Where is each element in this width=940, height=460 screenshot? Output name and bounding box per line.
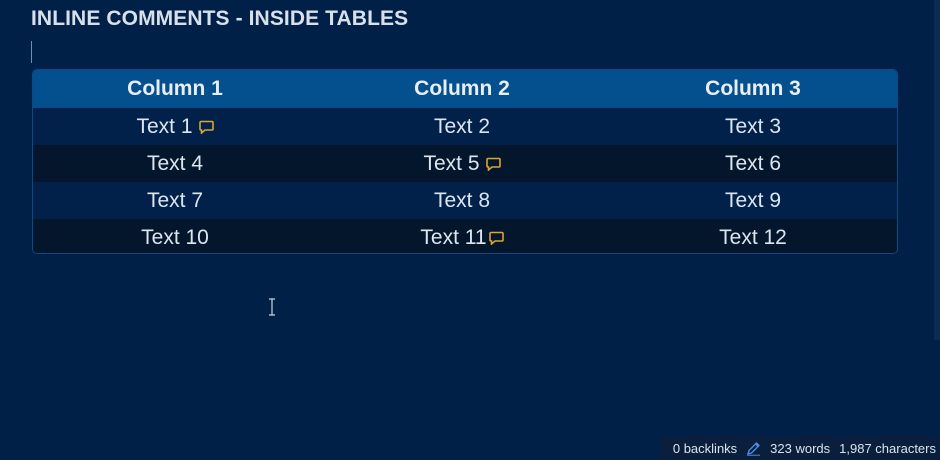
cell-text: Text 12	[719, 225, 787, 249]
text-cursor-icon	[269, 298, 275, 316]
comments-table: Column 1 Column 2 Column 3 Text 1 Text 2…	[32, 69, 898, 254]
table-cell[interactable]: Text 10	[33, 219, 317, 253]
table-row: Text 10 Text 11 Text 12	[33, 219, 897, 253]
table-row: Text 7 Text 8 Text 9	[33, 182, 897, 219]
comment-bubble-icon[interactable]	[488, 231, 504, 245]
character-count: 1,987 characters	[839, 440, 936, 456]
cell-text: Text 8	[433, 188, 491, 212]
table-cell[interactable]: Text 2	[317, 107, 607, 145]
column-header[interactable]: Column 2	[317, 70, 607, 108]
cell-text: Text 6	[724, 151, 782, 175]
word-count: 323 words	[770, 440, 831, 456]
table-cell[interactable]: Text 3	[607, 107, 897, 145]
comment-bubble-icon[interactable]	[485, 157, 501, 171]
text-caret	[31, 41, 32, 63]
table-cell[interactable]: Text 9	[607, 182, 897, 219]
page-heading: INLINE COMMENTS - INSIDE TABLES	[31, 7, 409, 30]
column-header[interactable]: Column 1	[33, 70, 317, 108]
cell-text: Text 1	[136, 114, 193, 138]
table-cell[interactable]: Text 1	[33, 107, 317, 145]
cell-text: Text 11	[420, 225, 487, 249]
table-cell[interactable]: Text 11	[317, 219, 607, 253]
pen-icon[interactable]	[746, 441, 761, 456]
table-cell[interactable]: Text 6	[607, 145, 897, 182]
table-row: Text 4 Text 5 Text 6	[33, 145, 897, 182]
table-cell[interactable]: Text 4	[33, 145, 317, 182]
cell-text: Text 3	[724, 114, 782, 138]
table-cell[interactable]: Text 12	[607, 219, 897, 253]
cell-text: Text 9	[724, 188, 782, 212]
status-bar: 0 backlinks 323 words 1,987 characters	[660, 436, 940, 460]
cell-text: Text 10	[141, 225, 209, 249]
column-header[interactable]: Column 3	[607, 70, 897, 108]
table-cell[interactable]: Text 8	[317, 182, 607, 219]
cell-text: Text 7	[146, 188, 204, 212]
vertical-scrollbar[interactable]	[934, 0, 940, 340]
table-cell[interactable]: Text 5	[317, 145, 607, 182]
cell-text: Text 5	[423, 151, 480, 175]
table-header-row: Column 1 Column 2 Column 3	[33, 70, 897, 108]
cell-text: Text 4	[146, 151, 204, 175]
table-row: Text 1 Text 2 Text 3	[33, 107, 897, 145]
cell-text: Text 2	[433, 114, 491, 138]
table-cell[interactable]: Text 7	[33, 182, 317, 219]
comment-bubble-icon[interactable]	[198, 120, 214, 134]
backlinks-count[interactable]: 0 backlinks	[673, 441, 737, 456]
